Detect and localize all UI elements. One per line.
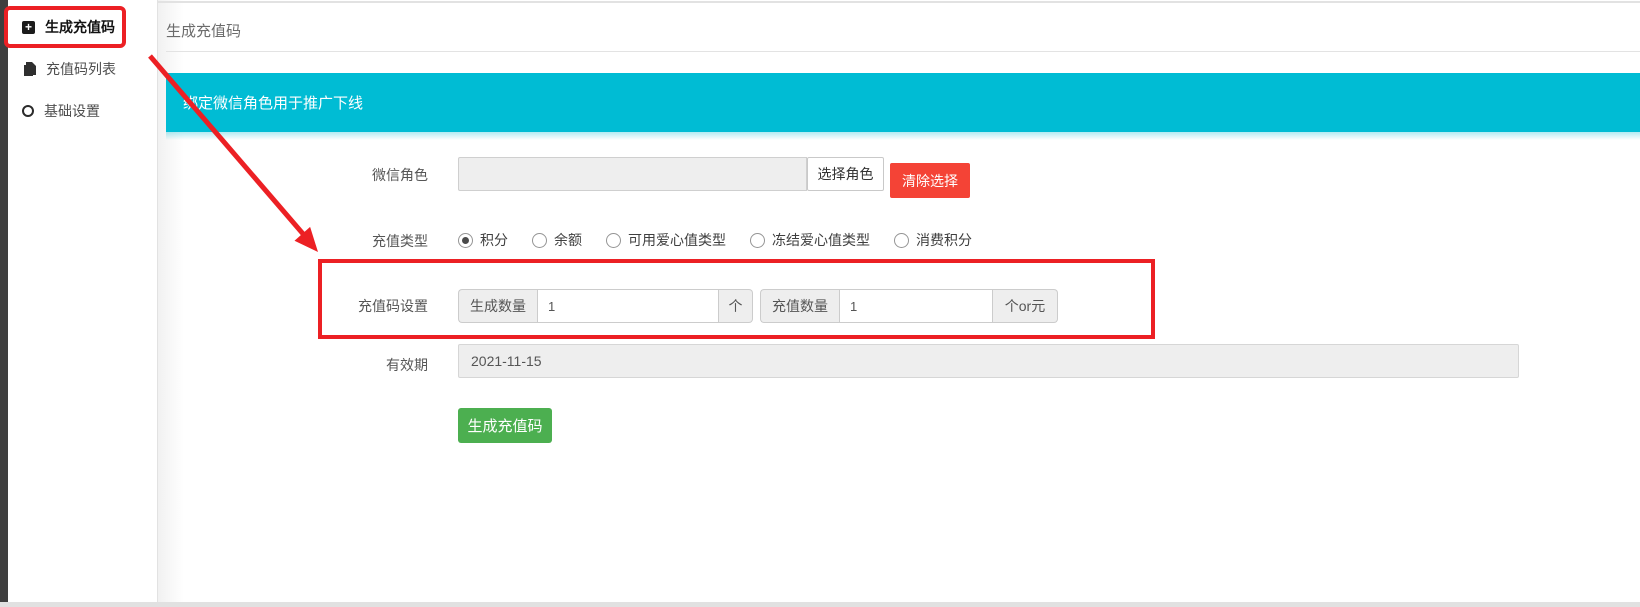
recharge-qty-input[interactable]: [839, 289, 993, 323]
generate-qty-group: 生成数量 个: [458, 289, 753, 323]
radio-icon[interactable]: [532, 233, 547, 248]
generate-qty-addon: 生成数量: [458, 289, 537, 323]
top-divider: [158, 1, 1640, 3]
recharge-type-label: 充值类型: [278, 231, 428, 251]
clear-selection-button[interactable]: 清除选择: [890, 163, 970, 198]
code-settings-label: 充值码设置: [278, 296, 428, 316]
generate-code-button[interactable]: 生成充值码: [458, 408, 552, 443]
radio-label: 消费积分: [916, 230, 972, 250]
radio-icon[interactable]: [606, 233, 621, 248]
radio-icon[interactable]: [750, 233, 765, 248]
circle-icon: [22, 105, 34, 117]
radio-option[interactable]: 积分: [458, 230, 508, 250]
sidebar-item-label: 充值码列表: [46, 59, 116, 79]
sidebar: 生成充值码 充值码列表 基础设置: [8, 0, 158, 607]
info-banner-text: 绑定微信角色用于推广下线: [183, 92, 363, 113]
radio-option[interactable]: 余额: [532, 230, 582, 250]
code-settings-row: 生成数量 个 充值数量 个or元: [458, 289, 1058, 323]
generate-qty-suffix: 个: [719, 289, 753, 323]
radio-option[interactable]: 可用爱心值类型: [606, 230, 726, 250]
left-dark-rail: [0, 0, 8, 607]
sidebar-item-generate-code[interactable]: 生成充值码: [22, 6, 154, 48]
plus-square-icon: [22, 21, 35, 34]
sidebar-item-code-list[interactable]: 充值码列表: [22, 48, 154, 90]
title-divider: [166, 51, 1640, 52]
sidebar-item-basic-settings[interactable]: 基础设置: [22, 90, 154, 132]
wechat-role-label: 微信角色: [278, 165, 428, 185]
recharge-type-radio-group: 积分 余额 可用爱心值类型 冻结爱心值类型 消费积分: [458, 228, 972, 252]
radio-label: 可用爱心值类型: [628, 230, 726, 250]
radio-option[interactable]: 消费积分: [894, 230, 972, 250]
recharge-qty-group: 充值数量 个or元: [760, 289, 1058, 323]
radio-label: 冻结爱心值类型: [772, 230, 870, 250]
recharge-qty-addon: 充值数量: [760, 289, 839, 323]
radio-option[interactable]: 冻结爱心值类型: [750, 230, 870, 250]
sidebar-item-label: 基础设置: [44, 101, 100, 121]
radio-icon[interactable]: [458, 233, 473, 248]
main-content: 生成充值码 绑定微信角色用于推广下线 微信角色 选择角色 清除选择 充值类型 积…: [158, 0, 1640, 607]
validity-label: 有效期: [278, 355, 428, 375]
page-title: 生成充值码: [166, 20, 241, 41]
select-role-button[interactable]: 选择角色: [807, 157, 884, 191]
info-banner: 绑定微信角色用于推广下线: [166, 73, 1640, 132]
radio-icon[interactable]: [894, 233, 909, 248]
copy-icon: [22, 62, 36, 77]
validity-input[interactable]: [458, 344, 1519, 378]
recharge-qty-suffix: 个or元: [993, 289, 1058, 323]
radio-label: 余额: [554, 230, 582, 250]
radio-label: 积分: [480, 230, 508, 250]
wechat-role-input[interactable]: [458, 157, 807, 191]
banner-fade: [166, 132, 1640, 140]
sidebar-item-label: 生成充值码: [45, 17, 115, 37]
bottom-edge-strip: [0, 602, 1640, 607]
app-root: 生成充值码 充值码列表 基础设置 生成充值码 绑定微信角色用于推广下线 微信角色: [0, 0, 1640, 607]
generate-qty-input[interactable]: [537, 289, 719, 323]
